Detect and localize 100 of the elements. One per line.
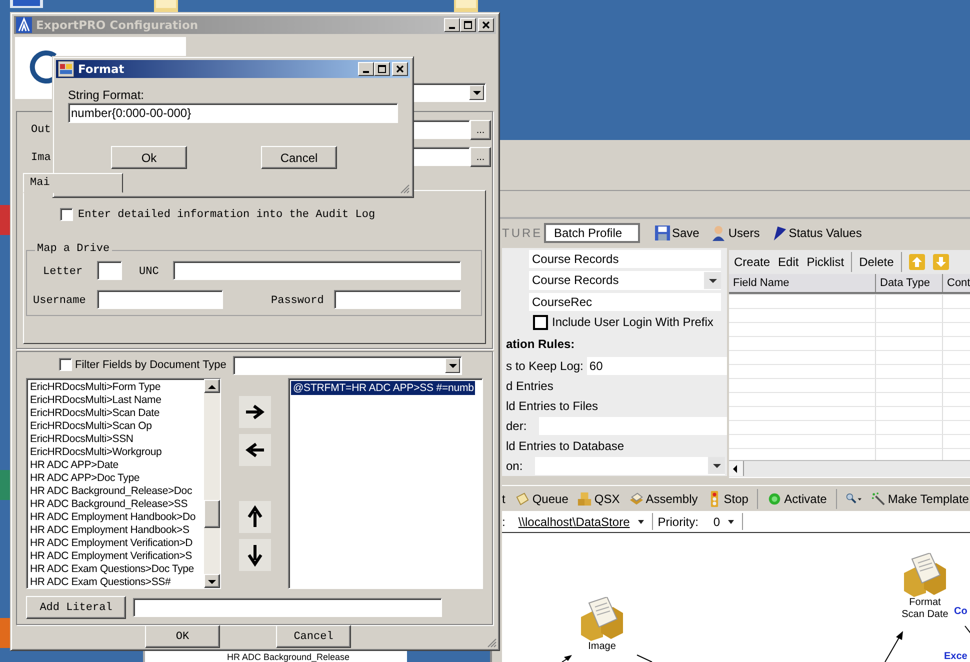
caret-icon[interactable] <box>638 520 644 524</box>
activate-button[interactable]: Activate <box>764 490 830 506</box>
list-item[interactable]: HR ADC Background_Release <box>227 652 350 662</box>
list-item[interactable]: EricHRDocsMulti>Form Type <box>30 381 204 394</box>
dropdown-field[interactable]: Course Records <box>529 271 721 290</box>
scroll-down-icon[interactable] <box>204 574 220 588</box>
checkbox[interactable] <box>533 314 548 330</box>
group-title: Map a Drive <box>35 243 112 255</box>
link-label[interactable]: Exce <box>944 652 968 662</box>
minimize-icon <box>449 27 455 29</box>
browse-button[interactable]: ... <box>470 147 491 167</box>
resize-grip-icon[interactable] <box>398 182 410 194</box>
format-field[interactable]: number{0:000-00-000} <box>68 103 398 123</box>
list-item[interactable]: HR ADC APP>Date <box>30 459 204 472</box>
minimize-button[interactable] <box>358 62 374 76</box>
folder-icon[interactable] <box>152 0 180 12</box>
ring-logo-icon <box>29 50 59 84</box>
checkbox[interactable] <box>60 208 73 221</box>
list-item[interactable]: EricHRDocsMulti>SSN <box>30 433 204 446</box>
column-header[interactable]: Data Type <box>876 274 943 292</box>
text-field[interactable] <box>538 416 727 435</box>
queue-button[interactable]: Queue <box>512 490 572 506</box>
list-item[interactable]: HR ADC Employment Handbook>S <box>30 524 204 537</box>
toolbar-label[interactable]: t <box>502 492 506 506</box>
text-field[interactable] <box>173 261 461 280</box>
column-header[interactable]: Field Name <box>729 274 876 292</box>
checkbox[interactable] <box>59 358 72 371</box>
list-item[interactable]: HR ADC Background_Release>SS <box>30 498 204 511</box>
list-item[interactable]: EricHRDocsMulti>Scan Op <box>30 420 204 433</box>
list-item[interactable]: HR ADC Exam Questions>Doc Type <box>30 563 204 576</box>
maximize-button[interactable] <box>374 62 390 76</box>
make-template-button[interactable]: Make Template <box>868 490 970 506</box>
scroll-up-icon[interactable] <box>204 379 220 393</box>
add-literal-button[interactable]: Add Literal <box>26 596 126 619</box>
cancel-button[interactable]: Cancel <box>276 625 351 648</box>
list-item[interactable]: HR ADC Employment Verification>S <box>30 550 204 563</box>
list-item[interactable]: EricHRDocsMulti>Scan Date <box>30 407 204 420</box>
list-item[interactable]: HR ADC Employment Verification>D <box>30 537 204 550</box>
ok-button[interactable]: Ok <box>111 146 187 169</box>
move-down-button[interactable] <box>239 539 271 571</box>
remove-field-button[interactable] <box>239 434 271 466</box>
minimize-button[interactable] <box>444 18 460 32</box>
dropdown-field[interactable] <box>233 356 462 375</box>
browse-button[interactable]: ... <box>470 120 491 140</box>
location-label: : <box>502 514 506 528</box>
priority-label: Priority: <box>658 514 698 528</box>
create-button[interactable]: Create <box>730 255 774 269</box>
list-item[interactable]: EricHRDocsMulti>Workgroup <box>30 446 204 459</box>
list-item[interactable]: EricHRDocsMulti>Last Name <box>30 394 204 407</box>
move-up-button[interactable] <box>239 501 271 533</box>
text-field[interactable] <box>97 290 223 309</box>
field-label: on: <box>506 458 523 473</box>
list-item[interactable]: HR ADC Background_Release>Doc <box>30 485 204 498</box>
profile-field[interactable]: Batch Profile <box>544 223 640 243</box>
list-item[interactable]: @STRFMT=HR ADC APP>SS #=numb <box>291 381 475 395</box>
close-button[interactable] <box>478 18 494 32</box>
maximize-button[interactable] <box>460 18 476 32</box>
users-button[interactable]: Users <box>708 225 763 241</box>
close-button[interactable] <box>392 62 408 76</box>
delete-button[interactable]: Delete <box>855 255 898 269</box>
text-field[interactable]: CourseRec <box>529 292 721 311</box>
folder-icon[interactable] <box>452 0 480 12</box>
literal-field[interactable] <box>133 598 442 617</box>
picklist-button[interactable]: Picklist <box>802 255 848 269</box>
list-item[interactable]: HR ADC APP>Doc Type <box>30 472 204 485</box>
stop-button[interactable]: Stop <box>704 490 752 506</box>
document-icon <box>515 490 530 506</box>
field-label: s to Keep Log: <box>506 358 584 373</box>
scroll-thumb[interactable] <box>204 500 220 528</box>
close-icon <box>395 64 405 74</box>
link-label[interactable]: Co <box>954 606 968 617</box>
text-field[interactable]: Course Records <box>529 250 721 268</box>
status-values-button[interactable]: Status Values <box>768 225 865 241</box>
password-field[interactable] <box>334 290 461 309</box>
save-button[interactable]: Save <box>652 225 702 241</box>
edit-button[interactable]: Edit <box>774 255 803 269</box>
cancel-button[interactable]: Cancel <box>261 146 337 169</box>
priority-dropdown[interactable]: 0 <box>703 514 720 528</box>
list-item[interactable]: HR ADC Exam Questions>SS# <box>30 576 204 588</box>
monitor-icon[interactable] <box>10 0 43 8</box>
field-label: Username <box>33 295 86 307</box>
connector-arrow <box>562 655 572 662</box>
resize-grip-icon[interactable] <box>485 636 497 648</box>
dropdown-field[interactable] <box>534 456 725 475</box>
tab[interactable]: Mai <box>23 173 123 193</box>
text-field[interactable] <box>97 261 122 280</box>
qsx-button[interactable]: QSX <box>574 490 623 506</box>
package-icon[interactable] <box>902 553 948 597</box>
ok-button[interactable]: OK <box>145 625 220 648</box>
list-item[interactable]: HR ADC Employment Handbook>Do <box>30 511 204 524</box>
column-header[interactable]: Cont <box>943 274 970 292</box>
add-field-button[interactable] <box>239 396 271 428</box>
location-link[interactable]: \\localhost\DataStore <box>510 514 630 528</box>
window-title: ExportPRO Configuration <box>36 18 200 32</box>
scroll-left-icon[interactable] <box>729 461 744 476</box>
caret-icon[interactable] <box>728 520 734 524</box>
package-icon[interactable] <box>579 597 625 641</box>
window-title: Format <box>78 62 126 76</box>
text-field[interactable]: 60 <box>587 356 727 375</box>
assembly-button[interactable]: Assembly <box>626 490 701 506</box>
